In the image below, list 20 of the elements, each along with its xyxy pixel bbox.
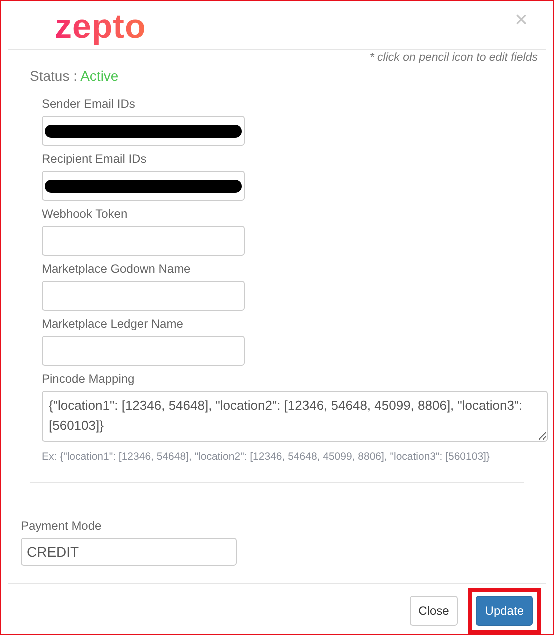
text-input[interactable]: [42, 171, 245, 202]
payment-mode-field[interactable]: CREDIT: [21, 538, 237, 566]
field-label: Pincode Mapping: [42, 372, 136, 388]
text-input[interactable]: [42, 336, 245, 366]
update-button[interactable]: Update: [476, 596, 533, 626]
status-label: Status :: [30, 68, 78, 84]
edit-hint: * click on pencil icon to edit fields: [370, 51, 538, 66]
field-label: Marketplace Godown Name: [42, 262, 192, 278]
field-label: Recipient Email IDs: [42, 152, 148, 168]
text-input[interactable]: [42, 116, 245, 146]
pincode-textarea[interactable]: {"location1": [12346, 54648], "location2": [12346, 54648, 45099, 8806], "location3": [560103]}: [42, 391, 548, 442]
close-button[interactable]: Close: [410, 596, 458, 626]
field-label: Sender Email IDs: [42, 97, 136, 112]
field-label: Webhook Token: [42, 207, 129, 222]
field-label: Payment Mode: [21, 518, 103, 535]
example-text: Ex: {"location1": [12346, 54648], "location2": [12346, 54648, 45099, 8806], "location3": [560103]}: [42, 450, 491, 466]
status-value: Active: [80, 68, 119, 84]
text-input[interactable]: [42, 281, 245, 312]
text-input[interactable]: [42, 226, 245, 256]
field-label: Marketplace Ledger Name: [42, 317, 184, 332]
